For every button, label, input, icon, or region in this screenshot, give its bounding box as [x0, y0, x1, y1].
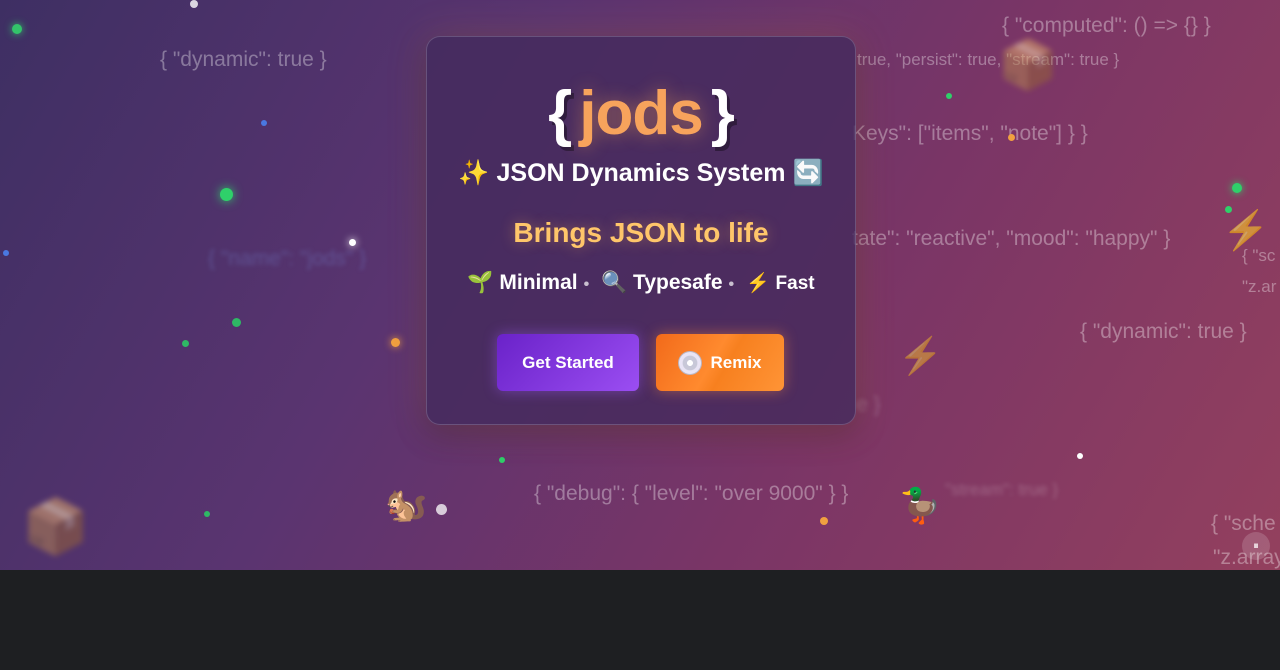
- feature-label-minimal: Minimal: [499, 271, 578, 294]
- tagline-text: JSON Dynamics System: [496, 159, 786, 187]
- pause-icon: ⏸: [1253, 539, 1259, 552]
- lightning-icon: ⚡: [898, 335, 943, 376]
- feature-label-typesafe: Typesafe: [633, 271, 723, 294]
- hero-card: {jods} ✨ JSON Dynamics System 🔄 Brings J…: [426, 36, 856, 425]
- sparkle-dot: [436, 504, 447, 515]
- floating-code-snippet: "z.ar: [1242, 277, 1277, 296]
- chipmunk-icon: 🐿️: [385, 486, 428, 524]
- floating-code-snippet: { "sche: [1211, 512, 1276, 535]
- sparkle-dot: [1232, 183, 1242, 193]
- disc-icon: [678, 350, 703, 375]
- box-icon: 📦: [998, 39, 1058, 92]
- get-started-label: Get Started: [522, 352, 614, 372]
- sparkle-dot: [12, 24, 22, 34]
- feature-label-fast: Fast: [775, 273, 815, 294]
- sparkles-icon: ✨: [458, 159, 490, 187]
- sparkle-dot: [820, 517, 828, 525]
- sparkle-dot: [190, 0, 198, 8]
- floating-code-snippet: e }: [856, 393, 881, 416]
- floating-code-snippet: { "dynamic": true }: [160, 48, 327, 71]
- logo-close-brace: }: [710, 79, 735, 148]
- sparkle-dot: [3, 250, 9, 256]
- sparkle-dot: [1008, 134, 1015, 141]
- cycle-arrows-icon: 🔄: [792, 159, 824, 187]
- hero-section: { "dynamic": true } { "computed": () => …: [0, 0, 1280, 570]
- floating-code-snippet: tate": "reactive", "mood": "happy" }: [852, 227, 1171, 250]
- floating-code-snippet: { "debug": { "level": "over 9000" } }: [534, 482, 849, 505]
- sparkle-dot: [232, 318, 241, 327]
- sparkle-dot: [220, 188, 233, 201]
- get-started-button[interactable]: Get Started: [497, 334, 639, 391]
- floating-code-snippet: { "computed": () => {} }: [1002, 14, 1211, 37]
- floating-code-snippet: Keys": ["items", "note"] } }: [852, 122, 1088, 145]
- headline: Brings JSON to life: [513, 217, 769, 248]
- sparkle-dot: [1077, 453, 1083, 459]
- lightning-icon: ⚡: [1222, 210, 1270, 252]
- remix-button[interactable]: Remix: [656, 334, 784, 391]
- logo-open-brace: {: [548, 79, 572, 148]
- sparkle-dot: [204, 511, 210, 517]
- page-footer-area: [0, 570, 1280, 670]
- feature-list: 🌱 Minimal • 🔍 Typesafe • ⚡ Fast: [427, 271, 855, 295]
- feature-separator: •: [583, 276, 590, 293]
- seedling-icon: 🌱: [467, 271, 494, 294]
- floating-code-snippet: { "dynamic": true }: [1080, 320, 1247, 343]
- sparkle-dot: [349, 239, 356, 246]
- magnifier-icon: 🔍: [601, 271, 628, 294]
- floating-code-snippet: true, "persist": true, "stream": true }: [857, 50, 1120, 69]
- duck-icon: 🦆: [899, 487, 942, 525]
- lightning-icon: ⚡: [746, 273, 770, 294]
- box-icon: 📦: [22, 497, 90, 557]
- tagline: ✨ JSON Dynamics System 🔄: [427, 159, 855, 188]
- sparkle-dot: [946, 93, 952, 99]
- floating-code-snippet: "stream": true }: [945, 480, 1059, 499]
- floating-code-snippet: { "name": "jods" }: [208, 247, 367, 270]
- sparkle-dot: [391, 338, 400, 347]
- feature-separator: •: [728, 276, 735, 293]
- jods-logo: {jods}: [427, 79, 855, 149]
- sparkle-dot: [182, 340, 189, 347]
- logo-wordmark: jods: [579, 79, 703, 148]
- pause-animation-button[interactable]: ⏸: [1242, 532, 1270, 560]
- sparkle-dot: [261, 120, 267, 126]
- sparkle-dot: [499, 457, 505, 463]
- remix-label: Remix: [710, 352, 762, 372]
